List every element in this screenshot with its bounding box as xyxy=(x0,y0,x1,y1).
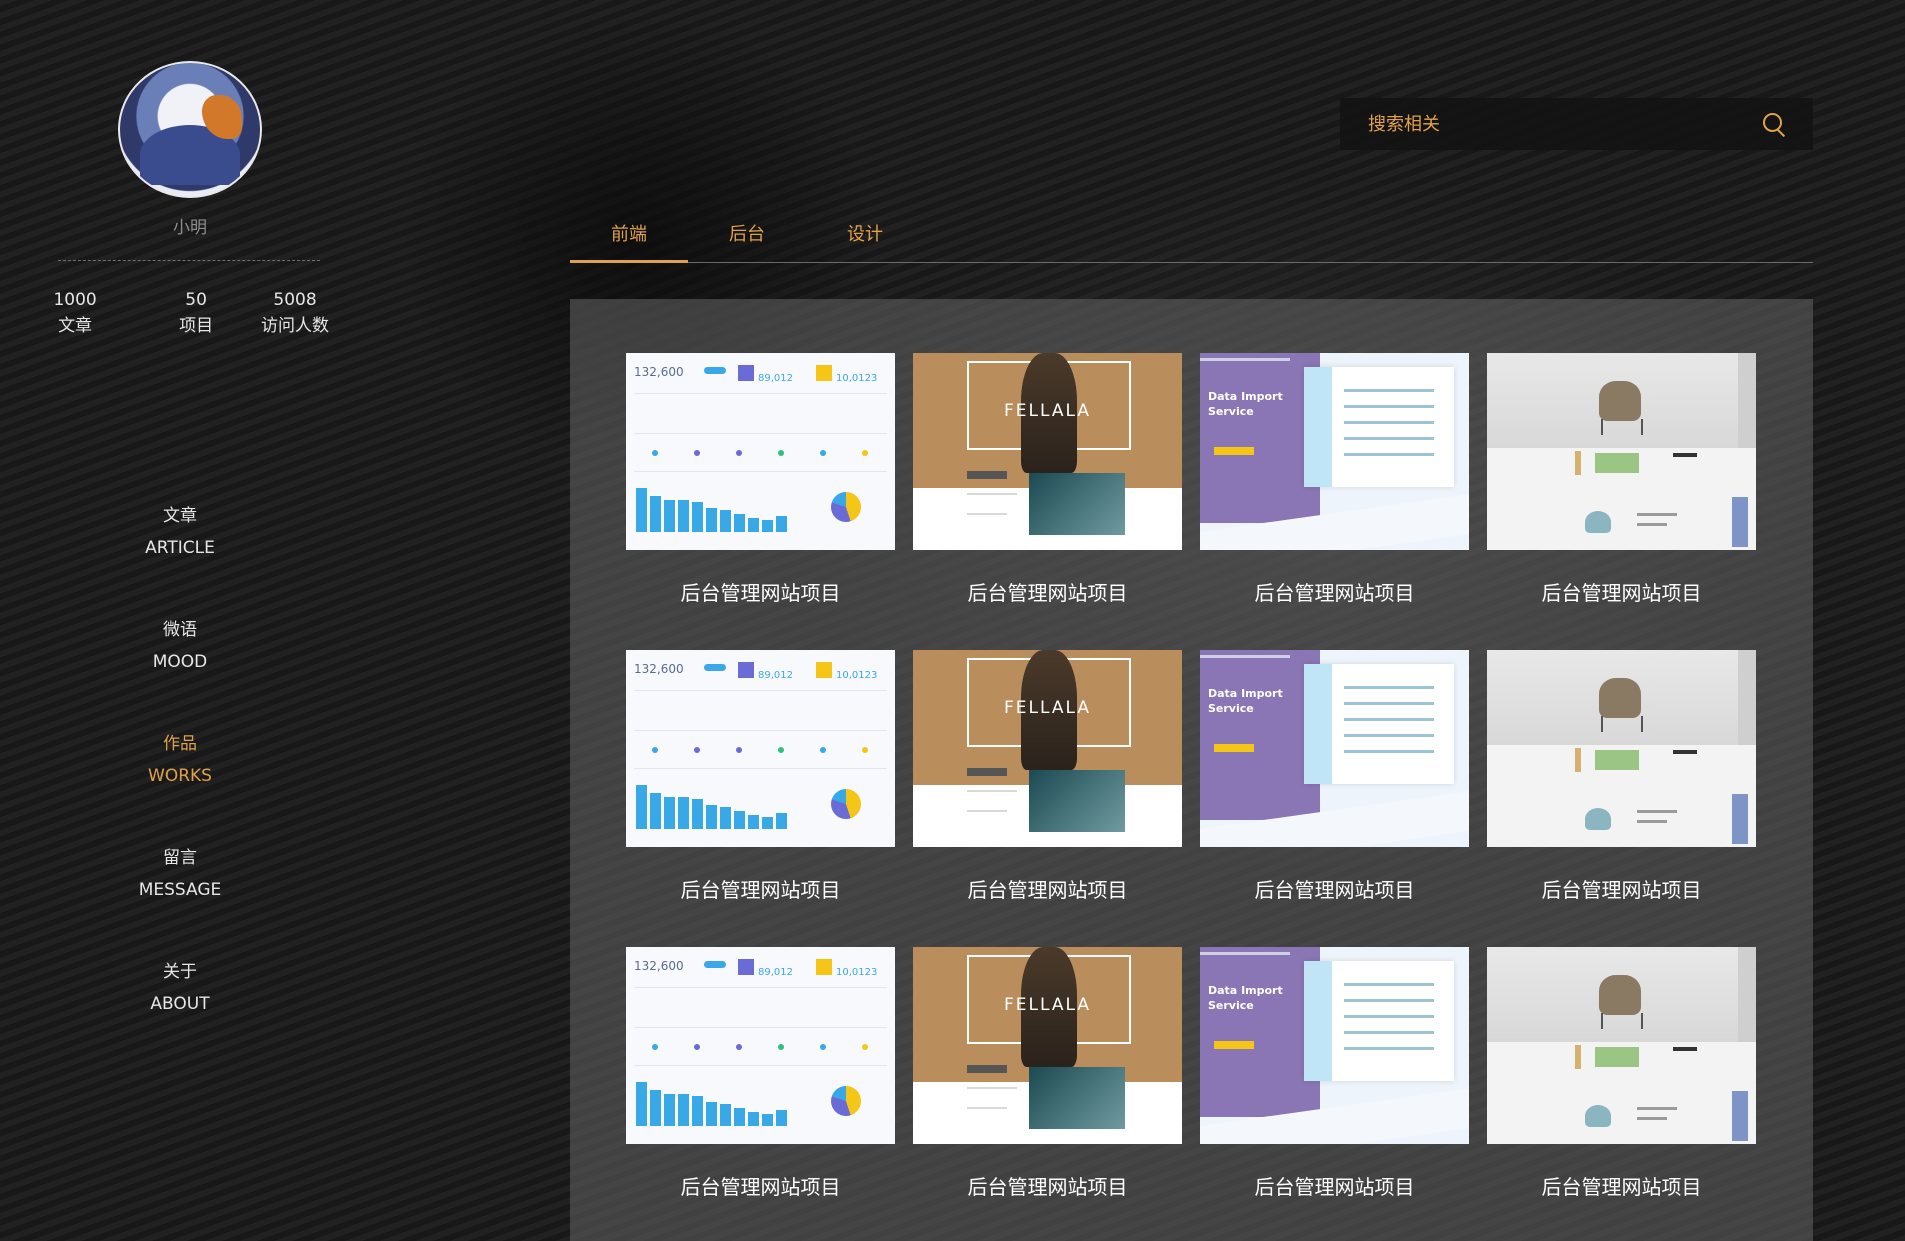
nav-item-message[interactable]: 留言 MESSAGE xyxy=(80,842,280,906)
thumb-text: Data Import xyxy=(1208,984,1283,997)
thumb-text: 10,0123 xyxy=(836,373,878,384)
work-card-title: 后台管理网站项目 xyxy=(1541,1175,1702,1199)
thumbnail-fashion: FELLALA xyxy=(913,353,1182,550)
thumbnail-furniture xyxy=(1487,353,1756,550)
nav-item-mood[interactable]: 微语 MOOD xyxy=(80,614,280,678)
thumb-text: FELLALA xyxy=(1004,401,1091,421)
work-card[interactable]: 后台管理网站项目 xyxy=(1487,353,1756,606)
thumb-text: 89,012 xyxy=(758,373,793,384)
stat-label: 文章 xyxy=(58,316,93,336)
nav-item-about[interactable]: 关于 ABOUT xyxy=(80,956,280,1020)
thumb-text: 10,0123 xyxy=(836,967,878,978)
work-card[interactable]: 132,600 89,012 10,0123 后台管理网站项目 xyxy=(626,353,895,606)
stat-articles[interactable]: 1000 文章 xyxy=(40,287,110,339)
work-card[interactable]: FELLALA 后台管理网站项目 xyxy=(913,353,1182,606)
thumb-text: Data Import xyxy=(1208,687,1283,700)
nav-item-article[interactable]: 文章 ARTICLE xyxy=(80,500,280,564)
work-card[interactable]: FELLALA 后台管理网站项目 xyxy=(913,650,1182,903)
thumb-text: Service xyxy=(1208,999,1254,1012)
thumb-text: 89,012 xyxy=(758,670,793,681)
search-bar xyxy=(1340,97,1813,151)
thumb-text: FELLALA xyxy=(1004,995,1091,1015)
nav-item-zh: 文章 xyxy=(163,506,197,526)
thumb-text: Service xyxy=(1208,405,1254,418)
tab-design[interactable]: 设计 xyxy=(806,218,924,260)
thumbnail-data-import: Data Import Service xyxy=(1200,650,1469,847)
thumbnail-fashion: FELLALA xyxy=(913,650,1182,847)
stat-visitors[interactable]: 5008 访问人数 xyxy=(250,287,340,339)
work-card[interactable]: Data Import Service 后台管理网站项目 xyxy=(1200,353,1469,606)
work-card[interactable]: 132,600 89,012 10,0123 后台管理网站项目 xyxy=(626,650,895,903)
thumb-text: FELLALA xyxy=(1004,698,1091,718)
thumbnail-dashboard: 132,600 89,012 10,0123 xyxy=(626,353,895,550)
thumb-text: 132,600 xyxy=(634,365,684,379)
work-card-title: 后台管理网站项目 xyxy=(967,1175,1128,1199)
work-card[interactable]: 后台管理网站项目 xyxy=(1487,947,1756,1200)
thumb-text: 132,600 xyxy=(634,662,684,676)
work-card[interactable]: FELLALA 后台管理网站项目 xyxy=(913,947,1182,1200)
stat-label: 访问人数 xyxy=(261,316,330,336)
nav-item-en: MOOD xyxy=(152,652,208,672)
work-card[interactable]: 132,600 89,012 10,0123 后台管理网站项目 xyxy=(626,947,895,1200)
thumbnail-data-import: Data Import Service xyxy=(1200,947,1469,1144)
work-card[interactable]: Data Import Service 后台管理网站项目 xyxy=(1200,650,1469,903)
work-card-title: 后台管理网站项目 xyxy=(1541,581,1702,605)
divider xyxy=(58,260,320,261)
thumbnail-furniture xyxy=(1487,947,1756,1144)
nav-item-en: ABOUT xyxy=(150,994,210,1014)
work-card-title: 后台管理网站项目 xyxy=(680,1175,841,1199)
stat-projects[interactable]: 50 项目 xyxy=(142,287,250,339)
work-card-title: 后台管理网站项目 xyxy=(1254,581,1415,605)
thumb-text: 10,0123 xyxy=(836,670,878,681)
search-input[interactable] xyxy=(1340,97,1761,151)
thumbnail-furniture xyxy=(1487,650,1756,847)
tab-backend[interactable]: 后台 xyxy=(688,218,806,260)
work-card-title: 后台管理网站项目 xyxy=(680,581,841,605)
work-card-title: 后台管理网站项目 xyxy=(967,581,1128,605)
sidebar: 小明 1000 文章 50 项目 5008 访问人数 文章 ARTICLE 微语… xyxy=(40,0,340,1241)
stat-value: 5008 xyxy=(273,290,317,310)
nav-item-works[interactable]: 作品 WORKS xyxy=(80,728,280,792)
username: 小明 xyxy=(173,218,207,238)
tab-frontend[interactable]: 前端 xyxy=(570,218,688,263)
nav-item-zh: 微语 xyxy=(163,620,197,640)
thumbnail-data-import: Data Import Service xyxy=(1200,353,1469,550)
nav-item-zh: 关于 xyxy=(163,962,197,982)
work-card-title: 后台管理网站项目 xyxy=(1254,878,1415,902)
nav-item-en: WORKS xyxy=(148,766,212,786)
thumbnail-fashion: FELLALA xyxy=(913,947,1182,1144)
work-card-title: 后台管理网站项目 xyxy=(1541,878,1702,902)
nav-item-en: MESSAGE xyxy=(138,880,222,900)
work-card-title: 后台管理网站项目 xyxy=(680,878,841,902)
search-icon[interactable] xyxy=(1761,111,1787,138)
avatar[interactable] xyxy=(118,61,262,198)
profile-stats: 1000 文章 50 项目 5008 访问人数 xyxy=(40,287,340,339)
stat-label: 项目 xyxy=(179,316,214,336)
works-grid: 132,600 89,012 10,0123 后台管理网站项目 FELLALA … xyxy=(570,299,1813,1241)
thumb-text: 89,012 xyxy=(758,967,793,978)
category-tabs: 前端 后台 设计 xyxy=(570,218,1813,263)
nav-item-zh: 作品 xyxy=(163,734,197,754)
nav-item-en: ARTICLE xyxy=(145,538,215,558)
work-card[interactable]: 后台管理网站项目 xyxy=(1487,650,1756,903)
work-card-title: 后台管理网站项目 xyxy=(1254,1175,1415,1199)
thumb-text: Data Import xyxy=(1208,390,1283,403)
work-card[interactable]: Data Import Service 后台管理网站项目 xyxy=(1200,947,1469,1200)
nav-item-zh: 留言 xyxy=(163,848,197,868)
work-card-title: 后台管理网站项目 xyxy=(967,878,1128,902)
thumbnail-dashboard: 132,600 89,012 10,0123 xyxy=(626,650,895,847)
stat-value: 1000 xyxy=(53,290,97,310)
stat-value: 50 xyxy=(185,290,207,310)
thumb-text: Service xyxy=(1208,702,1254,715)
thumb-text: 132,600 xyxy=(634,959,684,973)
thumbnail-dashboard: 132,600 89,012 10,0123 xyxy=(626,947,895,1144)
